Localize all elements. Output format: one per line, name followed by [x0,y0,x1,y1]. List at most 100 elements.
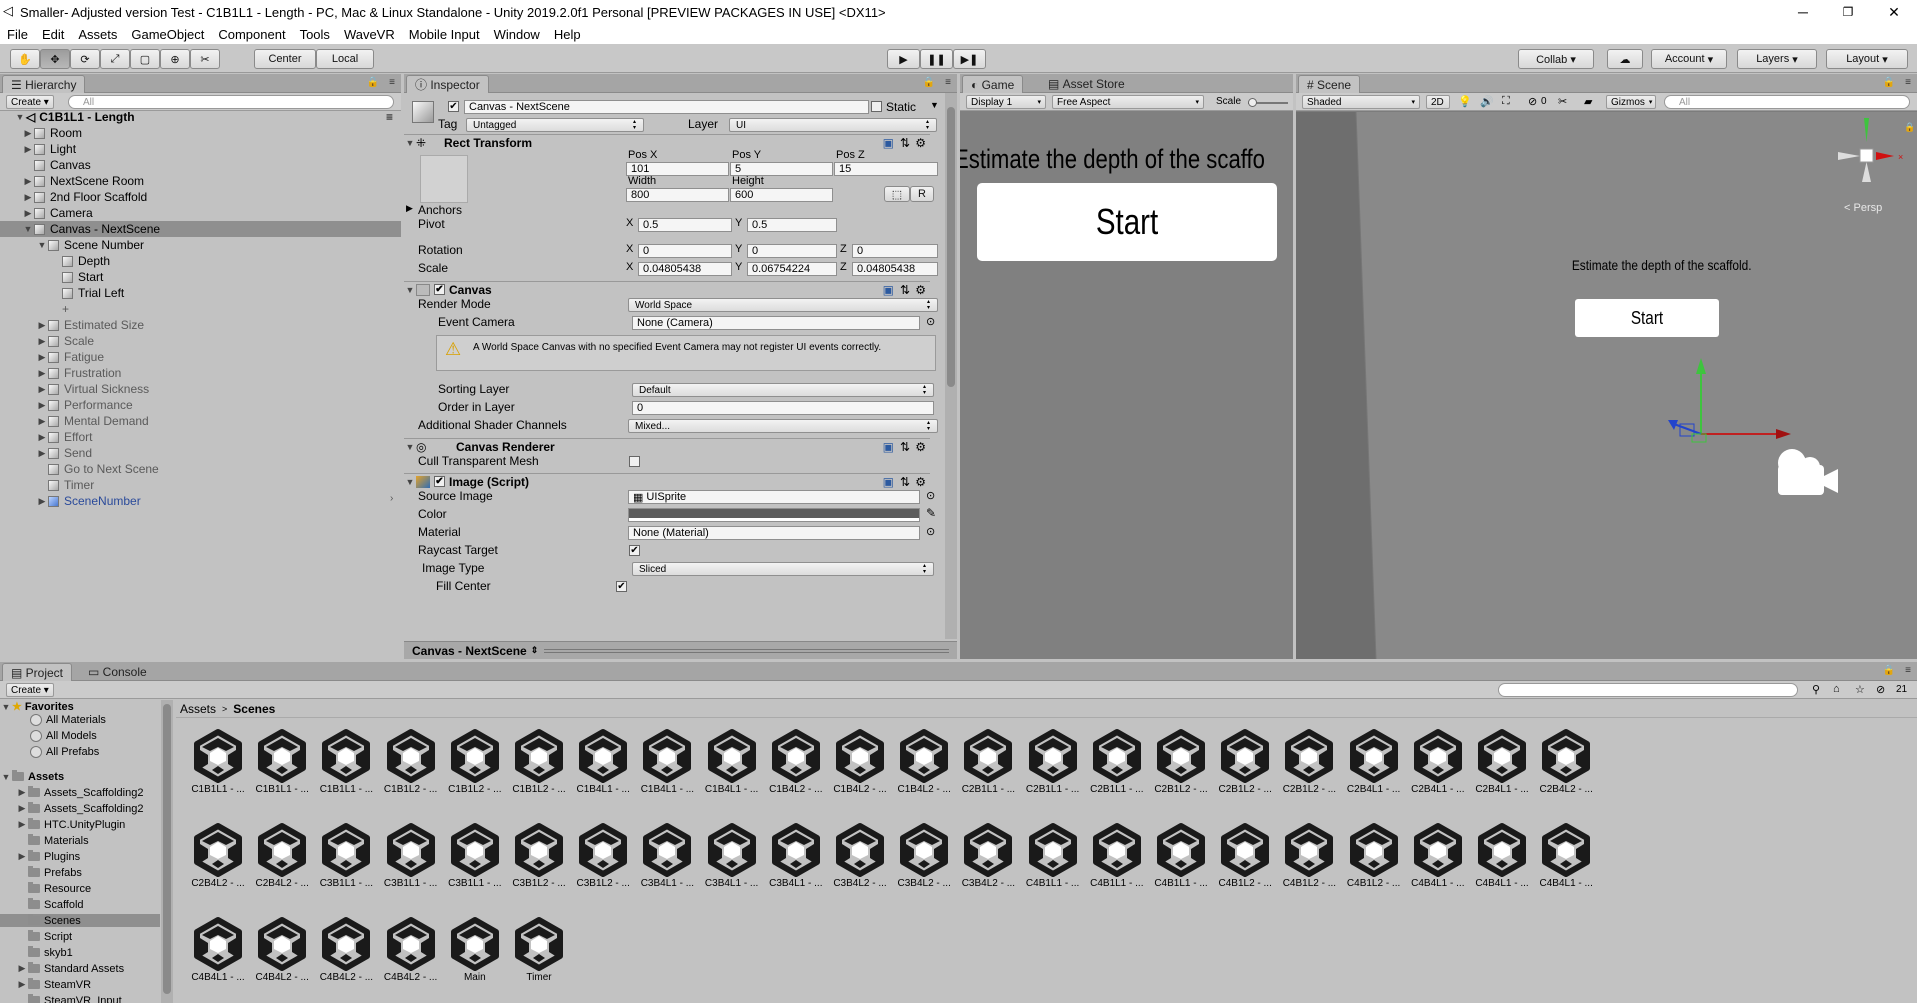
favorite-item[interactable]: All Prefabs [0,745,160,758]
object-name-field[interactable]: Canvas - NextScene [464,100,869,114]
close-icon[interactable]: ✕ [1871,0,1917,24]
scroll-thumb[interactable] [163,704,171,994]
hierarchy-item[interactable]: ▶ Fatigue [0,349,401,365]
scene-asset[interactable]: C2B1L1 - ... [1023,728,1083,802]
hierarchy-item[interactable]: ▶ NextScene Room [0,173,401,189]
expand-arrow-icon[interactable]: ▶ [36,368,48,379]
folder-item[interactable]: ▶ Plugins [0,850,160,863]
hierarchy-create-button[interactable]: Create ▾ [6,95,54,109]
scene-asset[interactable]: C1B4L1 - ... [573,728,633,802]
scene-asset[interactable]: C1B1L2 - ... [381,728,441,802]
scene-asset[interactable]: C2B1L2 - ... [1151,728,1211,802]
static-dropdown-icon[interactable]: ▼ [930,100,939,110]
scene-asset[interactable]: C1B4L1 - ... [702,728,762,802]
menu-component[interactable]: Component [211,27,292,42]
hierarchy-item[interactable]: ▼ Scene Number [0,237,401,253]
menu-gameobject[interactable]: GameObject [124,27,211,42]
folder-item[interactable]: SteamVR_Input [0,994,160,1003]
hierarchy-item[interactable]: ▶ SceneNumber [0,493,401,509]
favorite-item[interactable]: All Models [0,729,160,742]
hierarchy-item[interactable]: ▶ Estimated Size [0,317,401,333]
menu-mobile-input[interactable]: Mobile Input [402,27,487,42]
color-swatch[interactable] [628,508,920,522]
order-in-layer-field[interactable]: 0 [632,401,934,415]
expand-arrow-icon[interactable]: ▶ [36,336,48,347]
hidden-objects-icon[interactable]: ⊘ [1528,95,1537,108]
tab-game[interactable]: ◐ Game [962,75,1024,93]
scroll-arrow-icon[interactable]: › [390,493,393,504]
scene-asset[interactable]: C2B1L2 - ... [1215,728,1275,802]
search-by-label-icon[interactable]: ⌂ [1833,683,1840,695]
folder-item[interactable]: Scenes [0,914,160,927]
move-gizmo[interactable] [1656,352,1806,452]
aspect-dropdown[interactable]: Free Aspect ▾ [1052,95,1204,109]
drag-handle[interactable] [544,648,949,653]
scene-asset[interactable]: C3B4L2 - ... [830,822,890,896]
expand-arrow-icon[interactable]: ▶ [16,963,28,974]
preset-icon[interactable]: ⇅ [900,136,910,150]
image-type-dropdown[interactable]: Sliced [632,562,934,576]
panel-menu-icon[interactable]: ≡ [1905,77,1911,88]
hierarchy-item[interactable]: ▶ Send [0,445,401,461]
move-tool-icon[interactable]: ✥ [40,49,70,69]
pause-button[interactable]: ❚❚ [920,49,953,69]
image-enabled-checkbox[interactable]: ✔ [434,476,445,487]
scene-asset[interactable]: C2B1L1 - ... [958,728,1018,802]
tools-icon[interactable]: ✂ [1558,95,1567,108]
gizmos-dropdown[interactable]: Gizmos ▾ [1606,95,1656,109]
hierarchy-item[interactable]: ▶ 2nd Floor Scaffold [0,189,401,205]
scene-search-input[interactable]: All [1664,95,1910,109]
folder-item[interactable]: skyb1 [0,946,160,959]
search-by-type-icon[interactable]: ⚲ [1812,683,1820,696]
raw-edit-button[interactable]: R [910,186,934,202]
scene-asset[interactable]: C4B4L2 - ... [381,916,441,990]
custom-tool-icon[interactable]: ✂ [190,49,220,69]
scene-asset[interactable]: C1B4L2 - ... [830,728,890,802]
expand-arrow-icon[interactable]: ▶ [36,320,48,331]
settings-gear-icon[interactable]: ⚙ [915,475,926,489]
scene-asset[interactable]: C4B1L1 - ... [1023,822,1083,896]
folder-item[interactable]: ▶ SteamVR [0,978,160,991]
expand-arrow-icon[interactable]: ▶ [22,144,34,155]
scale-tool-icon[interactable]: ⤢ [100,49,130,69]
hierarchy-item[interactable]: Timer [0,477,401,493]
effects-icon[interactable]: ⛶ [1502,95,1510,108]
scene-asset[interactable]: C2B4L1 - ... [1344,728,1404,802]
width-field[interactable]: 800 [626,188,729,202]
scene-asset[interactable]: C2B1L1 - ... [1087,728,1147,802]
cull-mesh-checkbox[interactable] [629,456,640,467]
inspector-preview-bar[interactable]: Canvas - NextScene ⇕ [404,641,957,659]
collapse-arrow-icon[interactable]: ▼ [404,477,416,487]
hierarchy-item[interactable]: ▶ Room [0,125,401,141]
shader-channels-dropdown[interactable]: Mixed... [628,419,938,433]
fill-center-checkbox[interactable]: ✔ [616,581,627,592]
object-picker-icon[interactable]: ⊙ [926,489,935,502]
scene-asset[interactable]: C4B4L2 - ... [316,916,376,990]
collapse-arrow-icon[interactable]: ▼ [404,285,416,295]
minimize-icon[interactable]: ─ [1780,0,1826,24]
settings-gear-icon[interactable]: ⚙ [915,136,926,150]
pivot-x-field[interactable]: 0.5 [638,218,732,232]
audio-icon[interactable]: 🔊 [1480,95,1494,108]
render-mode-dropdown[interactable]: World Space [628,298,938,312]
layer-dropdown[interactable]: UI [729,118,937,132]
expand-arrow-icon[interactable]: ▶ [22,176,34,187]
scroll-thumb[interactable] [947,107,955,387]
scene-asset[interactable]: C1B4L2 - ... [766,728,826,802]
scene-asset[interactable]: C1B1L1 - ... [188,728,248,802]
hierarchy-item[interactable]: Canvas [0,157,401,173]
rect-transform-header[interactable]: ▼ ⁜ Rect Transform ▣ ⇅ ⚙ [404,134,930,150]
favorite-item[interactable]: All Materials [0,713,160,726]
hierarchy-item[interactable]: Trial Left [0,285,401,301]
pivot-center-button[interactable]: Center [254,49,316,69]
posx-field[interactable]: 101 [626,162,729,176]
lock-icon[interactable]: 🔒 [923,77,935,88]
scene-asset[interactable]: C2B1L2 - ... [1279,728,1339,802]
tab-project[interactable]: ▤ Project [2,663,73,681]
scene-asset[interactable]: C4B4L1 - ... [1536,822,1596,896]
scene-asset[interactable]: C4B1L2 - ... [1215,822,1275,896]
hierarchy-item[interactable]: ▶ Performance [0,397,401,413]
height-field[interactable]: 600 [730,188,833,202]
layout-dropdown[interactable]: Layout ▾ [1826,49,1908,69]
hierarchy-item[interactable]: ▼ Canvas - NextScene [0,221,401,237]
